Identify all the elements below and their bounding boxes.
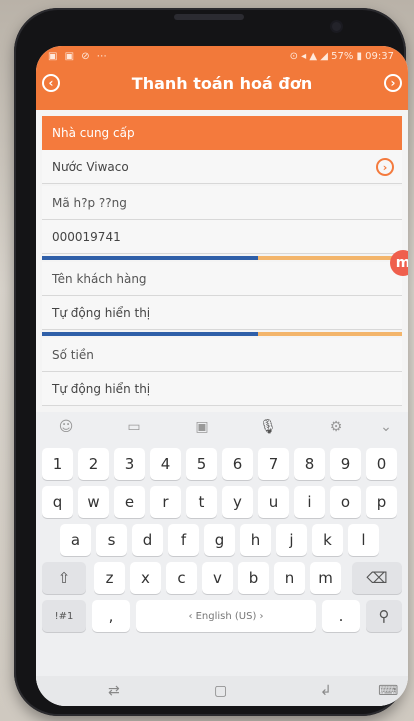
search-icon: ⚲ [378, 607, 390, 625]
home-icon[interactable]: ▢ [214, 683, 227, 699]
recent-apps-icon[interactable]: ⇄ [108, 683, 120, 699]
earpiece [174, 14, 244, 20]
provider-select[interactable]: Nước Viwaco › [42, 150, 402, 184]
key-6[interactable]: 6 [222, 448, 253, 480]
keyboard-row-z: z x c v b n m ⇧ ⌫ [36, 562, 408, 596]
customer-label: Tên khách hàng [52, 271, 147, 286]
shift-key[interactable]: ⇧ [42, 562, 86, 594]
amount-label-row: Số tiền [42, 338, 402, 372]
page-title: Thanh toán hoá đơn [131, 74, 313, 93]
key-8[interactable]: 8 [294, 448, 325, 480]
contract-input[interactable]: 000019741 [42, 220, 402, 254]
key-3[interactable]: 3 [114, 448, 145, 480]
collapse-chevron-icon[interactable]: ⌄ [376, 419, 396, 437]
bill-payment-form: Nhà cung cấp Nước Viwaco › Mã h?p ??ng 0… [36, 110, 408, 412]
key-t[interactable]: t [186, 486, 217, 518]
provider-value: Nước Viwaco [52, 159, 129, 174]
key-l[interactable]: l [348, 524, 379, 556]
key-o[interactable]: o [330, 486, 361, 518]
next-button[interactable]: › [384, 74, 402, 92]
status-system-info: ⊙ ◂ ▲ ◢ 57% ▮ 09:37 [289, 51, 394, 62]
key-2[interactable]: 2 [78, 448, 109, 480]
customer-value: Tự động hiển thị [52, 305, 151, 320]
contract-label: Mã h?p ??ng [52, 195, 127, 210]
search-key[interactable]: ⚲ [366, 600, 402, 632]
settings-icon[interactable]: ⚙ [326, 419, 346, 437]
amount-field: Tự động hiển thị [42, 372, 402, 406]
phone-screen: ▣ ▣ ⊘ ⋯ ⊙ ◂ ▲ ◢ 57% ▮ 09:37 ‹ Thanh toán… [36, 46, 408, 706]
key-m[interactable]: m [310, 562, 341, 594]
sticker-icon[interactable]: ▭ [124, 419, 144, 437]
front-camera [332, 22, 341, 31]
keyboard-toolbar: ☺ ▭ ▣ 🎙 ⚙ ⌄ [36, 412, 408, 444]
back-icon[interactable]: ↲ [320, 683, 332, 699]
key-h[interactable]: h [240, 524, 271, 556]
provider-label: Nhà cung cấp [52, 126, 135, 140]
key-1[interactable]: 1 [42, 448, 73, 480]
key-v[interactable]: v [202, 562, 233, 594]
key-7[interactable]: 7 [258, 448, 289, 480]
smiley-icon[interactable]: ☺ [56, 419, 76, 437]
key-5[interactable]: 5 [186, 448, 217, 480]
keyboard-row-a: asdfghjkl [36, 524, 408, 558]
chevron-right-icon[interactable]: › [376, 158, 394, 176]
key-b[interactable]: b [238, 562, 269, 594]
key-k[interactable]: k [312, 524, 343, 556]
key-f[interactable]: f [168, 524, 199, 556]
amount-value: Tự động hiển thị [52, 381, 151, 396]
space-key[interactable]: ‹ English (US) › [136, 600, 316, 632]
customer-field: Tự động hiển thị [42, 296, 402, 330]
comma-key[interactable]: , [92, 600, 130, 632]
period-key[interactable]: . [322, 600, 360, 632]
key-x[interactable]: x [130, 562, 161, 594]
key-y[interactable]: y [222, 486, 253, 518]
status-notification-icons: ▣ ▣ ⊘ ⋯ [48, 51, 109, 62]
amount-label: Số tiền [52, 347, 94, 362]
keyboard-row-bottom: !#1 , ‹ English (US) › . ⚲ [36, 600, 408, 634]
key-q[interactable]: q [42, 486, 73, 518]
key-w[interactable]: w [78, 486, 109, 518]
key-r[interactable]: r [150, 486, 181, 518]
key-n[interactable]: n [274, 562, 305, 594]
microphone-icon[interactable]: 🎙 [258, 419, 278, 437]
keyboard-row-q: qwertyuiop [36, 486, 408, 520]
key-e[interactable]: e [114, 486, 145, 518]
key-9[interactable]: 9 [330, 448, 361, 480]
key-p[interactable]: p [366, 486, 397, 518]
backspace-key[interactable]: ⌫ [352, 562, 402, 594]
contract-value: 000019741 [52, 229, 121, 244]
provider-label-row: Nhà cung cấp [42, 116, 402, 150]
key-z[interactable]: z [94, 562, 125, 594]
key-0[interactable]: 0 [366, 448, 397, 480]
navigation-bar: ⇄ ▢ ↲ ⌨ [36, 676, 408, 706]
key-s[interactable]: s [96, 524, 127, 556]
phone-frame: ▣ ▣ ⊘ ⋯ ⊙ ◂ ▲ ◢ 57% ▮ 09:37 ‹ Thanh toán… [14, 8, 408, 716]
clipboard-icon[interactable]: ▣ [192, 419, 212, 437]
section-divider [42, 332, 402, 336]
key-a[interactable]: a [60, 524, 91, 556]
symbols-key[interactable]: !#1 [42, 600, 86, 632]
section-divider [42, 256, 402, 260]
key-j[interactable]: j [276, 524, 307, 556]
key-i[interactable]: i [294, 486, 325, 518]
key-c[interactable]: c [166, 562, 197, 594]
contract-label-row: Mã h?p ??ng [42, 186, 402, 220]
on-screen-keyboard: ☺ ▭ ▣ 🎙 ⚙ ⌄ 1234567890 qwertyuiop asdfgh… [36, 412, 408, 706]
status-bar: ▣ ▣ ⊘ ⋯ ⊙ ◂ ▲ ◢ 57% ▮ 09:37 [36, 46, 408, 68]
key-g[interactable]: g [204, 524, 235, 556]
app-header: ▣ ▣ ⊘ ⋯ ⊙ ◂ ▲ ◢ 57% ▮ 09:37 ‹ Thanh toán… [36, 46, 408, 110]
chevron-right-icon: › [390, 76, 396, 90]
key-4[interactable]: 4 [150, 448, 181, 480]
customer-label-row: Tên khách hàng [42, 262, 402, 296]
keyboard-switch-icon[interactable]: ⌨ [378, 683, 398, 699]
keyboard-row-numbers: 1234567890 [36, 448, 408, 482]
key-u[interactable]: u [258, 486, 289, 518]
key-d[interactable]: d [132, 524, 163, 556]
